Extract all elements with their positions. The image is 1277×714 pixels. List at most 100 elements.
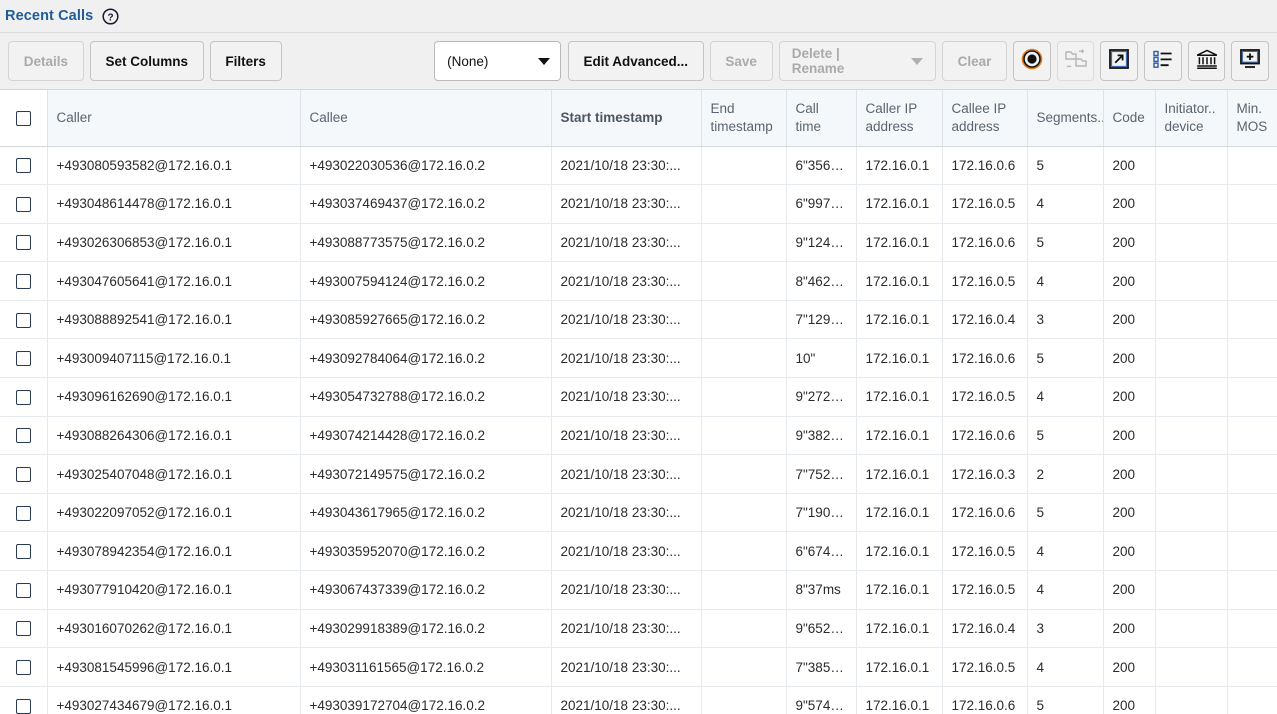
- table-row[interactable]: +493048614478@172.16.0.1 +493037469437@17…: [0, 184, 1277, 224]
- table-row[interactable]: +493088264306@172.16.0.1 +493074214428@17…: [0, 416, 1277, 456]
- cell-callee: +493085927665@172.16.0.2: [300, 300, 552, 340]
- row-checkbox[interactable]: [15, 274, 31, 290]
- cell-initiator-device: [1155, 377, 1228, 417]
- main-toolbar: Details Set Columns Filters (None) Edit …: [0, 32, 1277, 89]
- cell-caller-ip: 172.16.0.1: [856, 300, 943, 340]
- cell-code: 200: [1103, 338, 1156, 379]
- calls-table-container[interactable]: Caller Callee Start timestamp End timest…: [0, 89, 1277, 714]
- save-button[interactable]: Save: [709, 41, 773, 81]
- edit-advanced-button[interactable]: Edit Advanced...: [568, 41, 704, 81]
- row-checkbox[interactable]: [15, 698, 31, 714]
- open-external-icon-button[interactable]: [1100, 41, 1139, 81]
- row-select-cell[interactable]: [0, 261, 48, 301]
- row-checkbox[interactable]: [15, 312, 31, 328]
- clear-button[interactable]: Clear: [941, 41, 1008, 81]
- record-circle-icon: [1020, 47, 1044, 76]
- column-header-code[interactable]: Code: [1103, 90, 1156, 147]
- row-checkbox[interactable]: [15, 582, 31, 598]
- row-select-cell[interactable]: [0, 570, 48, 610]
- select-all-checkbox[interactable]: [15, 110, 31, 126]
- filters-button[interactable]: Filters: [209, 41, 282, 81]
- row-checkbox[interactable]: [15, 235, 31, 251]
- cell-call-time: 6"356…: [786, 146, 857, 186]
- select-all-header[interactable]: [0, 90, 48, 147]
- row-select-cell[interactable]: [0, 686, 48, 714]
- cell-min-mos: [1227, 647, 1277, 687]
- cell-caller-ip: 172.16.0.1: [856, 184, 943, 224]
- list-detail-icon-button[interactable]: [1144, 41, 1182, 81]
- row-select-cell[interactable]: [0, 493, 48, 533]
- row-checkbox[interactable]: [15, 544, 31, 560]
- cell-caller-ip: 172.16.0.1: [856, 454, 943, 494]
- filter-preset-select[interactable]: (None): [434, 41, 562, 81]
- table-row[interactable]: +493025407048@172.16.0.1 +493072149575@17…: [0, 454, 1277, 494]
- table-row[interactable]: +493077910420@172.16.0.1 +493067437339@17…: [0, 570, 1277, 610]
- cell-callee: +493031161565@172.16.0.2: [300, 647, 552, 687]
- column-header-initiator-device[interactable]: Initiator.. device: [1155, 90, 1228, 147]
- row-select-cell[interactable]: [0, 184, 48, 224]
- column-header-end-timestamp[interactable]: End timestamp: [701, 90, 787, 147]
- table-row[interactable]: +493047605641@172.16.0.1 +493007594124@17…: [0, 261, 1277, 301]
- row-select-cell[interactable]: [0, 223, 48, 263]
- row-select-cell[interactable]: [0, 300, 48, 340]
- row-checkbox[interactable]: [15, 351, 31, 367]
- table-row[interactable]: +493080593582@172.16.0.1 +493022030536@17…: [0, 146, 1277, 186]
- table-row[interactable]: +493096162690@172.16.0.1 +493054732788@17…: [0, 377, 1277, 417]
- cell-callee-ip: 172.16.0.6: [942, 416, 1028, 456]
- column-header-callee-ip[interactable]: Callee IP address: [942, 90, 1028, 147]
- cell-min-mos: [1227, 300, 1277, 340]
- table-row[interactable]: +493088892541@172.16.0.1 +493085927665@17…: [0, 300, 1277, 340]
- cell-start-timestamp: 2021/10/18 23:30:...: [551, 570, 702, 610]
- folder-swap-icon-button[interactable]: [1056, 41, 1095, 81]
- column-header-call-time[interactable]: Call time: [786, 90, 857, 147]
- column-header-segments[interactable]: Segments..: [1027, 90, 1104, 147]
- set-columns-button[interactable]: Set Columns: [89, 41, 204, 81]
- row-select-cell[interactable]: [0, 531, 48, 572]
- delete-rename-split-button[interactable]: Delete | Rename: [778, 41, 936, 81]
- table-row[interactable]: +493081545996@172.16.0.1 +493031161565@17…: [0, 647, 1277, 687]
- row-select-cell[interactable]: [0, 647, 48, 687]
- row-select-cell[interactable]: [0, 454, 48, 494]
- cell-segments: 3: [1027, 300, 1104, 340]
- cell-code: 200: [1103, 454, 1156, 494]
- row-checkbox[interactable]: [15, 505, 31, 521]
- chevron-down-icon[interactable]: [910, 57, 923, 65]
- row-checkbox[interactable]: [15, 428, 31, 444]
- column-header-start-timestamp[interactable]: Start timestamp: [551, 90, 702, 147]
- table-row[interactable]: +493078942354@172.16.0.1 +493035952070@17…: [0, 531, 1277, 572]
- bank-columns-icon-button[interactable]: [1187, 41, 1226, 81]
- row-select-cell[interactable]: [0, 416, 48, 456]
- table-row[interactable]: +493022097052@172.16.0.1 +493043617965@17…: [0, 493, 1277, 533]
- table-row[interactable]: +493027434679@172.16.0.1 +493039172704@17…: [0, 686, 1277, 714]
- row-select-cell[interactable]: [0, 377, 48, 417]
- cell-callee-ip: 172.16.0.6: [942, 686, 1028, 714]
- table-row[interactable]: +493009407115@172.16.0.1 +493092784064@17…: [0, 338, 1277, 379]
- row-checkbox[interactable]: [15, 389, 31, 405]
- cell-call-time: 9"652…: [786, 609, 857, 649]
- cell-caller: +493080593582@172.16.0.1: [47, 146, 301, 186]
- row-checkbox[interactable]: [15, 659, 31, 675]
- row-select-cell[interactable]: [0, 609, 48, 649]
- row-checkbox[interactable]: [15, 158, 31, 174]
- column-header-caller-ip[interactable]: Caller IP address: [856, 90, 943, 147]
- record-circle-icon-button[interactable]: [1013, 41, 1051, 81]
- cell-end-timestamp: [701, 223, 787, 263]
- question-circle-icon[interactable]: ?: [102, 7, 119, 25]
- cell-initiator-device: [1155, 338, 1228, 379]
- row-select-cell[interactable]: [0, 338, 48, 379]
- column-header-min-mos[interactable]: Min. MOS: [1227, 90, 1277, 147]
- column-header-caller[interactable]: Caller: [47, 90, 301, 147]
- table-row[interactable]: +493026306853@172.16.0.1 +493088773575@17…: [0, 223, 1277, 263]
- cell-min-mos: [1227, 570, 1277, 610]
- row-checkbox[interactable]: [15, 467, 31, 483]
- table-row[interactable]: +493016070262@172.16.0.1 +493029918389@17…: [0, 609, 1277, 649]
- row-select-cell[interactable]: [0, 146, 48, 186]
- cell-min-mos: [1227, 493, 1277, 533]
- column-header-callee[interactable]: Callee: [300, 90, 552, 147]
- cell-callee: +493043617965@172.16.0.2: [300, 493, 552, 533]
- row-checkbox[interactable]: [15, 621, 31, 637]
- cell-initiator-device: [1155, 416, 1228, 456]
- row-checkbox[interactable]: [15, 196, 31, 212]
- details-button[interactable]: Details: [8, 41, 84, 81]
- add-to-screen-icon-button[interactable]: [1231, 41, 1270, 81]
